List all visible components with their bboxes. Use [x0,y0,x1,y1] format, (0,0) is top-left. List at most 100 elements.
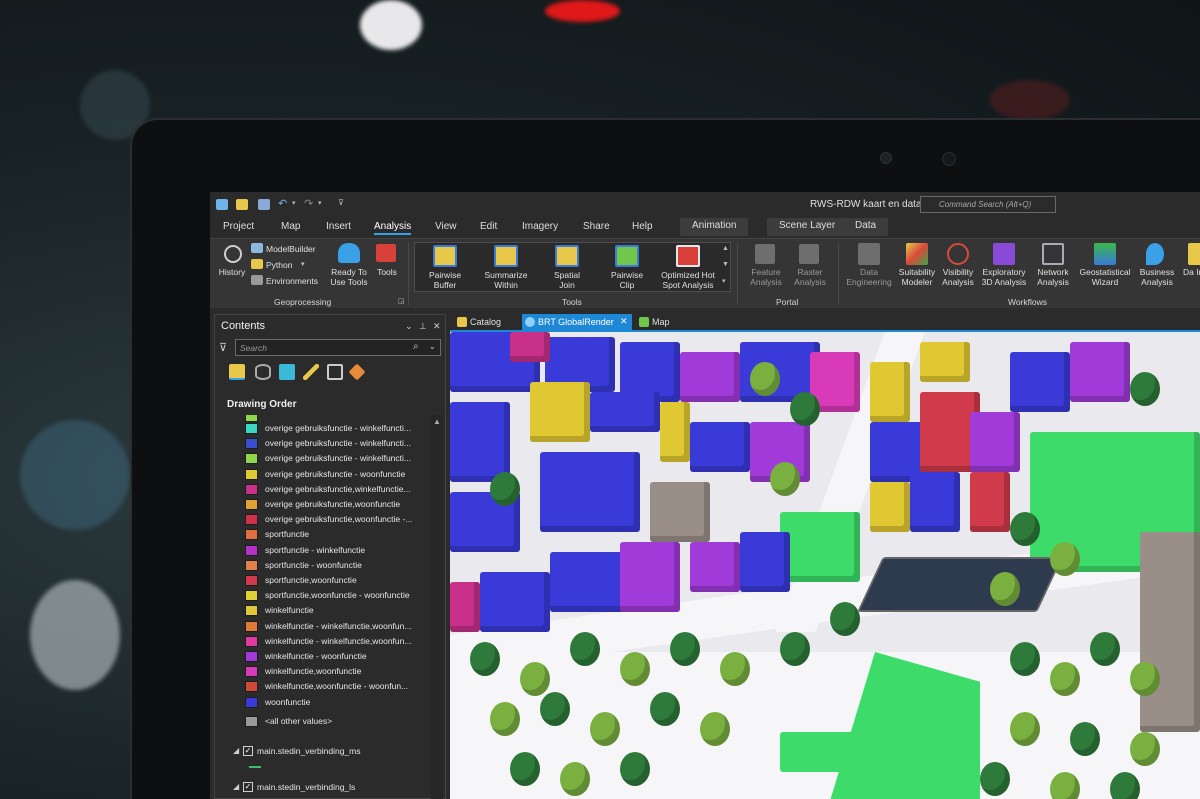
tab-animation[interactable]: Animation [680,218,749,236]
data-engineering-icon[interactable] [858,243,880,265]
legend-row[interactable]: winkelfunctie,woonfunctie [245,664,429,679]
legend-row[interactable]: winkelfunctie - winkelfunctie,woonfun... [245,619,429,634]
spatial-join-button[interactable]: Spatial Join [547,270,587,290]
modelbuilder-icon[interactable] [251,243,263,253]
list-by-source-icon[interactable] [255,364,271,380]
search-icon[interactable]: ⌕ [413,341,419,352]
exploratory-3d-button[interactable]: Exploratory 3D Analysis [978,267,1030,287]
layer-visibility-checkbox[interactable]: ✓ [243,781,253,792]
python-icon[interactable] [251,259,263,269]
gallery-scroll-up-icon[interactable]: ▲ [722,245,729,252]
legend-row[interactable]: winkelfunctie,woonfunctie - woonfun... [245,679,429,694]
feature-analysis-button[interactable]: Feature Analysis [744,267,788,287]
undo-icon[interactable]: ↶ [278,197,287,210]
customize-qat-icon[interactable]: ⊽ [338,198,344,207]
tab-analysis[interactable]: Analysis [374,221,412,235]
pairwise-buffer-icon[interactable] [433,245,457,267]
suitability-modeler-button[interactable]: Suitability Modeler [896,267,938,287]
exploratory-3d-icon[interactable] [993,243,1015,265]
list-by-labeling-icon[interactable] [348,363,366,381]
legend-row-other[interactable]: <all other values> [245,714,429,729]
legend-row[interactable]: sportfunctie - winkelfunctie [245,543,429,558]
tab-map[interactable]: Map [636,314,684,330]
gallery-expand-icon[interactable]: ▾ [722,277,726,285]
legend-row[interactable]: winkelfunctie - woonfunctie [245,649,429,664]
pin-icon[interactable]: ⊥ [419,321,427,332]
legend-row[interactable]: sportfunctie,woonfunctie - woonfunctie [245,588,429,603]
tab-help[interactable]: Help [632,221,653,232]
new-project-icon[interactable] [216,199,228,210]
redo-icon[interactable]: ↷ [304,197,313,210]
python-button[interactable]: Python [266,260,292,270]
business-analysis-icon[interactable] [1146,243,1164,265]
environments-button[interactable]: Environments [266,276,318,286]
legend-row[interactable]: winkelfunctie - winkelfunctie,woonfun... [245,634,429,649]
toolbox-icon[interactable] [376,244,396,262]
legend-row[interactable]: overige gebruiksfunctie - woonfunctie [245,467,429,482]
tab-imagery[interactable]: Imagery [522,221,558,232]
tab-scene-layer[interactable]: Scene Layer [767,218,848,236]
data-engineering-button[interactable]: Data Engineering [842,267,896,287]
list-by-editing-icon[interactable] [303,364,319,380]
visibility-analysis-button[interactable]: Visibility Analysis [938,267,978,287]
legend-row[interactable]: woonfunctie [245,695,429,710]
3d-scene-view[interactable] [450,330,1200,799]
history-icon[interactable] [224,245,242,263]
summarize-within-icon[interactable] [494,245,518,267]
business-analysis-button[interactable]: Business Analysis [1136,267,1178,287]
network-analysis-button[interactable]: Network Analysis [1032,267,1074,287]
scroll-up-icon[interactable]: ▲ [433,417,441,426]
save-icon[interactable] [258,199,270,210]
geostatistical-wizard-icon[interactable] [1094,243,1116,265]
optimized-hot-spot-button[interactable]: Optimized Hot Spot Analysis [656,270,720,290]
list-by-drawing-order-icon[interactable] [229,364,245,380]
tab-project[interactable]: Project [223,221,254,232]
list-by-snapping-icon[interactable] [327,364,343,380]
open-project-icon[interactable] [236,199,248,210]
tab-share[interactable]: Share [583,221,610,232]
suitability-modeler-icon[interactable] [906,243,928,265]
tab-map[interactable]: Map [281,221,300,232]
tab-brt-globalrender[interactable]: BRT GlobalRender ✕ [522,314,632,330]
legend-row[interactable]: overige gebruiksfunctie,woonfunctie -... [245,512,429,527]
modelbuilder-button[interactable]: ModelBuilder [266,244,316,254]
tab-edit[interactable]: Edit [480,221,497,232]
tools-button[interactable]: Tools [372,267,402,277]
geostatistical-wizard-button[interactable]: Geostatistical Wizard [1076,267,1134,287]
legend-row[interactable]: overige gebruiksfunctie,woonfunctie [245,497,429,512]
network-analysis-icon[interactable] [1042,243,1064,265]
layer-visibility-checkbox[interactable]: ✓ [243,745,253,756]
close-icon[interactable]: ✕ [433,321,441,332]
feature-analysis-icon[interactable] [755,244,775,264]
spatial-join-icon[interactable] [555,245,579,267]
ready-to-use-tools-button[interactable]: Ready To Use Tools [326,267,372,287]
history-button[interactable]: History [216,267,248,277]
raster-analysis-icon[interactable] [799,244,819,264]
dialog-launcher-icon[interactable]: ◲ [398,297,405,305]
hot-spot-icon[interactable] [676,245,700,267]
legend-row[interactable]: overige gebruiksfunctie - winkelfuncti..… [245,451,429,466]
scrollbar[interactable]: ▲ [431,415,443,799]
layer-search-input[interactable]: Search [235,339,441,356]
filter-icon[interactable]: ⊽ [219,341,227,354]
ready-to-use-tools-icon[interactable] [338,243,360,263]
tab-insert[interactable]: Insert [326,221,351,232]
search-dropdown-icon[interactable]: ⌄ [429,342,436,351]
legend-row[interactable]: sportfunctie - woonfunctie [245,558,429,573]
legend-row[interactable]: winkelfunctie [245,603,429,618]
legend-row[interactable]: overige gebruiksfunctie - winkelfuncti..… [245,421,429,436]
data-interop-icon[interactable] [1188,243,1200,265]
python-dropdown-icon[interactable]: ▾ [301,260,305,268]
list-by-selection-icon[interactable] [279,364,295,380]
tab-view[interactable]: View [435,221,457,232]
data-interop-button[interactable]: Da Intero [1183,267,1200,277]
collapse-icon[interactable]: ◢ [233,746,239,755]
tab-data[interactable]: Data [843,218,889,236]
tab-catalog[interactable]: Catalog [454,314,518,330]
redo-dropdown-icon[interactable]: ▾ [318,199,322,207]
legend-row[interactable]: overige gebruiksfunctie - winkelfuncti..… [245,436,429,451]
pairwise-clip-icon[interactable] [615,245,639,267]
summarize-within-button[interactable]: Summarize Within [478,270,534,290]
close-tab-icon[interactable]: ✕ [620,316,628,327]
legend-row[interactable]: sportfunctie,woonfunctie [245,573,429,588]
